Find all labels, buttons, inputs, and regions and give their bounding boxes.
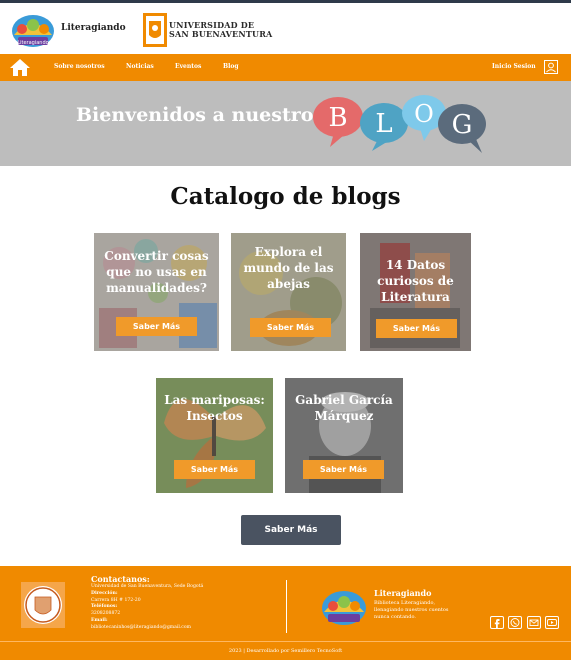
- mail-icon[interactable]: [527, 616, 541, 629]
- footer-literagiando-logo: [322, 591, 366, 625]
- whatsapp-icon[interactable]: [508, 616, 522, 629]
- email-label: Email:: [91, 617, 108, 623]
- svg-text:Literagiando: Literagiando: [17, 40, 48, 46]
- nav-blog[interactable]: Blog: [223, 63, 239, 70]
- blog-card-literatura[interactable]: 14 Datos curiosos de Literatura Saber Má…: [360, 233, 471, 351]
- card-title: 14 Datos curiosos de Literatura: [377, 258, 454, 304]
- email-value[interactable]: bibliotecaninhos@literagiando@gmail.com: [91, 625, 203, 632]
- copyright-text: 2023 | Desarrollado por Semillero TecnoS…: [228, 648, 343, 654]
- bubble-letter-b: B: [328, 103, 347, 133]
- university-line-2: SAN BUENAVENTURA: [169, 29, 273, 39]
- footer-brand: Literagiando: [374, 588, 432, 598]
- bubble-letter-o: O: [414, 100, 434, 128]
- footer-description: Biblioteca Literagiando, llenagiando nue…: [374, 600, 449, 620]
- card-title: Gabriel García Márquez: [295, 393, 393, 423]
- university-seal-icon: [21, 582, 65, 628]
- site-header: Literagiando Literagiando UNIVERSIDAD DE…: [0, 3, 571, 54]
- contact-block: Contactanos: Universidad de San Buenaven…: [91, 574, 203, 632]
- university-name: UNIVERSIDAD DE SAN BUENAVENTURA: [169, 21, 272, 39]
- copyright-bar: 2023 | Desarrollado por Semillero TecnoS…: [0, 641, 571, 660]
- main-nav: Sobre nosotros Noticias Eventos Blog Ini…: [0, 54, 571, 81]
- bubble-letter-l: L: [375, 109, 392, 139]
- blog-card-abejas[interactable]: Explora el mundo de las abejas Saber Más: [231, 233, 346, 351]
- card-more-button[interactable]: Saber Más: [250, 318, 331, 337]
- brand-name: Literagiando: [61, 23, 126, 33]
- blog-card-garcia-marquez[interactable]: Gabriel García Márquez Saber Más: [285, 378, 403, 493]
- welcome-banner: Bienvenidos a nuestro B L O G: [0, 81, 571, 166]
- card-more-button[interactable]: Saber Más: [174, 460, 255, 479]
- home-icon[interactable]: [9, 58, 31, 77]
- contact-address: Universidad de San Buenaventura, Sede Bo…: [91, 584, 204, 589]
- card-title: Convertir cosas que no usas en manualida…: [104, 249, 209, 295]
- card-more-button[interactable]: Saber Más: [303, 460, 384, 479]
- telefono-value: 3208208872: [91, 611, 121, 617]
- banner-title: Bienvenidos a nuestro: [76, 104, 314, 126]
- blog-card-mariposas[interactable]: Las mariposas: Insectos Saber Más: [156, 378, 273, 493]
- contact-heading: Contactanos:: [91, 574, 150, 584]
- blog-card-manualidades[interactable]: Convertir cosas que no usas en manualida…: [94, 233, 219, 351]
- nav-eventos[interactable]: Eventos: [175, 63, 201, 70]
- card-title: Explora el mundo de las abejas: [243, 245, 334, 291]
- literagiando-logo[interactable]: Literagiando: [10, 7, 56, 49]
- catalog-title: Catalogo de blogs: [170, 183, 401, 210]
- facebook-icon[interactable]: [490, 616, 504, 629]
- card-title: Las mariposas: Insectos: [164, 393, 265, 423]
- university-logo[interactable]: [143, 13, 167, 47]
- direccion-label: Dirección:: [91, 590, 118, 596]
- footer-divider: [286, 580, 287, 633]
- login-link[interactable]: Inicio Sesion: [492, 63, 536, 70]
- bubble-letter-g: G: [452, 110, 473, 140]
- nav-sobre-nosotros[interactable]: Sobre nosotros: [54, 63, 105, 70]
- see-more-blogs-button[interactable]: Saber Más: [241, 515, 341, 545]
- nav-noticias[interactable]: Noticias: [126, 63, 154, 70]
- user-icon[interactable]: [544, 60, 558, 74]
- card-more-button[interactable]: Saber Más: [376, 319, 457, 338]
- card-more-button[interactable]: Saber Más: [116, 317, 197, 336]
- blog-bubbles-graphic: B L O G: [313, 95, 486, 153]
- site-footer: Contactanos: Universidad de San Buenaven…: [0, 566, 571, 641]
- youtube-icon[interactable]: [545, 616, 559, 629]
